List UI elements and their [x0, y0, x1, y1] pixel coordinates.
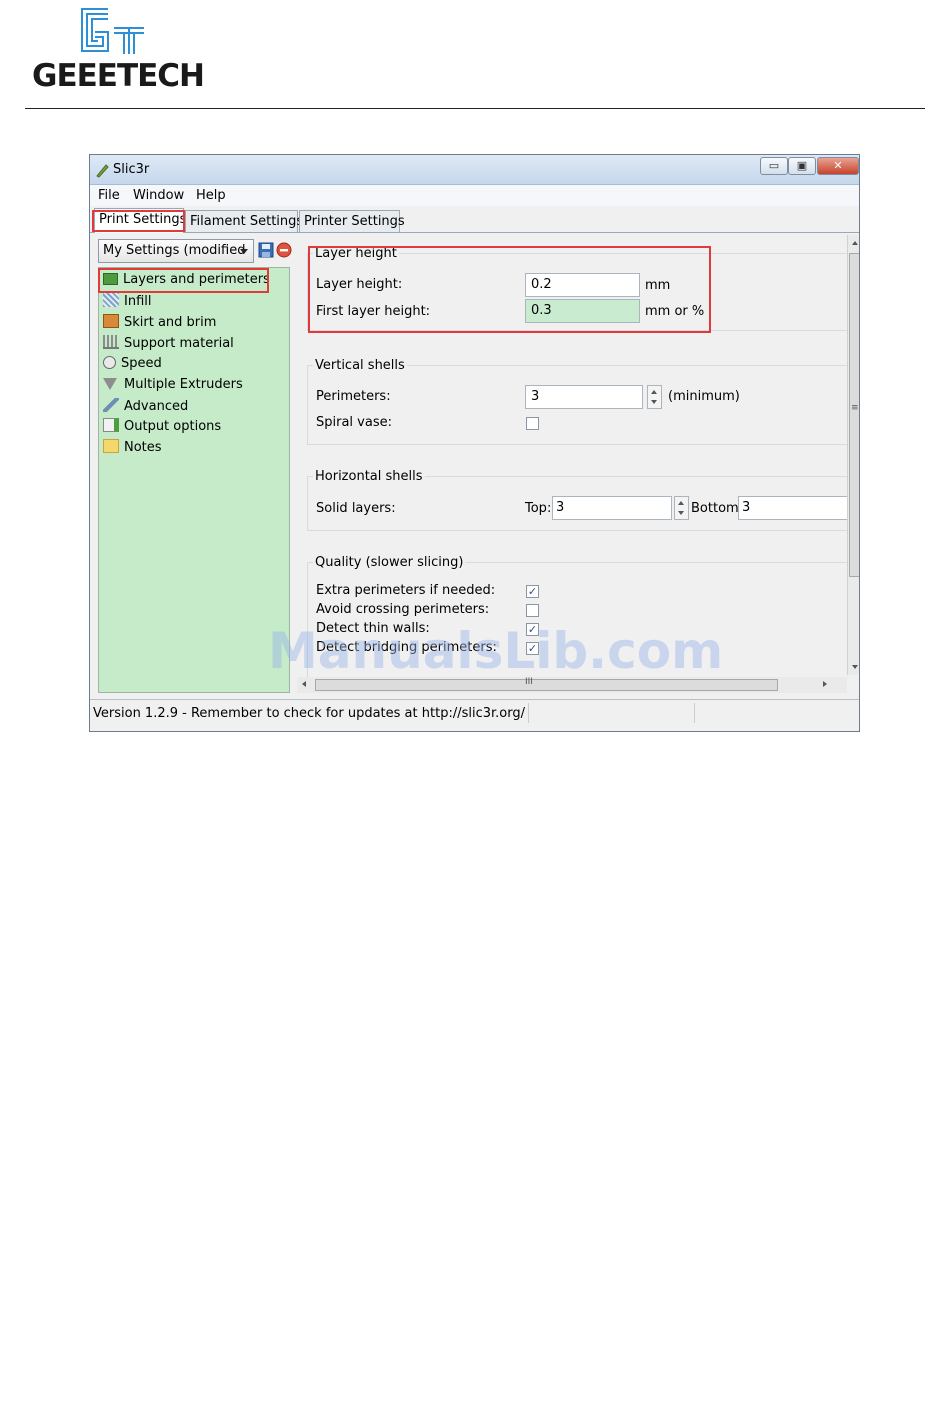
save-preset-icon[interactable] — [258, 242, 274, 258]
solid-layers-label: Solid layers: — [316, 501, 396, 516]
settings-tree: Layers and perimeters Infill Skirt and b… — [98, 267, 290, 693]
infill-icon — [103, 293, 119, 307]
notes-icon — [103, 439, 119, 453]
perimeters-input[interactable]: 3 — [525, 385, 643, 409]
tree-item-infill[interactable]: Infill — [103, 293, 152, 312]
scroll-right-icon[interactable] — [823, 681, 827, 687]
tab-filament-settings[interactable]: Filament Settings — [185, 210, 303, 232]
tree-item-label: Support material — [124, 336, 234, 351]
status-divider — [694, 703, 695, 723]
avoid-crossing-checkbox[interactable] — [526, 604, 539, 617]
menu-window[interactable]: Window — [133, 188, 184, 203]
perimeters-label: Perimeters: — [316, 389, 391, 404]
tree-item-notes[interactable]: Notes — [103, 439, 162, 458]
layer-height-label: Layer height: — [316, 277, 403, 292]
tree-item-output-options[interactable]: Output options — [103, 418, 221, 437]
settings-tabs: Print Settings Filament Settings Printer… — [90, 207, 859, 233]
scroll-down-icon[interactable] — [852, 665, 858, 669]
group-title-quality: Quality (slower slicing) — [313, 555, 466, 570]
tree-item-label: Output options — [124, 419, 222, 434]
geeetech-logo: GEEETECH — [30, 6, 205, 94]
layer-height-input[interactable]: 0.2 — [525, 273, 640, 297]
tree-item-speed[interactable]: Speed — [103, 356, 162, 375]
tree-item-advanced[interactable]: Advanced — [103, 398, 188, 417]
horizontal-scroll-thumb[interactable] — [315, 679, 778, 691]
tree-item-label: Multiple Extruders — [124, 377, 243, 392]
top-layers-stepper[interactable] — [674, 496, 689, 520]
extra-perimeters-label: Extra perimeters if needed: — [316, 583, 496, 598]
group-title-vertical-shells: Vertical shells — [313, 358, 407, 373]
spiral-vase-checkbox[interactable] — [526, 417, 539, 430]
funnel-icon — [103, 378, 117, 390]
preset-value: My Settings (modified — [103, 243, 246, 258]
speed-icon — [103, 356, 116, 369]
support-icon — [103, 335, 119, 349]
brand-name: GEEETECH — [32, 58, 205, 94]
menu-file[interactable]: File — [98, 188, 120, 203]
header-divider — [25, 108, 925, 109]
vertical-scrollbar[interactable]: ≡ — [847, 235, 859, 675]
menu-bar: File Window Help — [90, 185, 859, 206]
scroll-up-icon[interactable] — [852, 241, 858, 245]
status-divider — [528, 703, 529, 723]
close-button[interactable]: ✕ — [817, 157, 859, 175]
skirt-icon — [103, 314, 119, 328]
tree-item-label: Layers and perimeters — [123, 272, 270, 287]
group-title-horizontal-shells: Horizontal shells — [313, 469, 425, 484]
tree-item-skirt-and-brim[interactable]: Skirt and brim — [103, 314, 216, 333]
output-icon — [103, 418, 119, 432]
title-bar: Slic3r ▭ ▣ ✕ — [90, 155, 859, 185]
tree-item-label: Infill — [124, 294, 152, 309]
gt-logo-icon — [81, 8, 144, 54]
extra-perimeters-checkbox[interactable]: ✓ — [526, 585, 539, 598]
first-layer-height-input[interactable]: 0.3 — [525, 299, 640, 323]
first-layer-height-label: First layer height: — [316, 304, 431, 319]
minimize-button[interactable]: ▭ — [760, 157, 788, 175]
tree-item-label: Speed — [121, 356, 162, 371]
bottom-label: Bottom: — [691, 501, 744, 516]
tree-item-layers-and-perimeters[interactable]: Layers and perimeters — [103, 272, 270, 291]
checkmark-icon: ✓ — [527, 585, 538, 598]
perimeters-unit: (minimum) — [668, 389, 740, 404]
scroll-grip: ≡ — [851, 403, 859, 413]
tree-item-multiple-extruders[interactable]: Multiple Extruders — [103, 377, 243, 396]
wrench-icon — [103, 398, 119, 412]
layers-icon — [103, 273, 118, 285]
watermark: ManualsLib.com — [268, 622, 724, 680]
top-layers-input[interactable]: 3 — [552, 496, 672, 520]
preset-select[interactable]: My Settings (modified — [98, 239, 254, 263]
vertical-scroll-thumb[interactable] — [849, 253, 859, 577]
window-title: Slic3r — [113, 162, 150, 177]
avoid-crossing-label: Avoid crossing perimeters: — [316, 602, 490, 617]
tab-print-settings[interactable]: Print Settings — [94, 208, 186, 233]
top-label: Top: — [525, 501, 552, 516]
slic3r-app-icon — [96, 164, 109, 178]
tree-item-label: Advanced — [124, 399, 189, 414]
scroll-left-icon[interactable] — [302, 681, 306, 687]
perimeters-stepper[interactable] — [647, 385, 662, 409]
layer-height-unit: mm — [645, 278, 671, 293]
maximize-button[interactable]: ▣ — [788, 157, 816, 175]
status-text: Version 1.2.9 - Remember to check for up… — [93, 706, 525, 721]
settings-panel: Layer height Layer height: 0.2 mm First … — [297, 235, 847, 685]
status-bar: Version 1.2.9 - Remember to check for up… — [90, 699, 859, 726]
group-title-layer-height: Layer height — [313, 246, 399, 261]
menu-help[interactable]: Help — [196, 188, 226, 203]
tree-item-label: Skirt and brim — [124, 315, 217, 330]
spiral-vase-label: Spiral vase: — [316, 415, 392, 430]
bottom-layers-input[interactable]: 3 — [738, 496, 847, 520]
delete-preset-icon[interactable] — [276, 242, 292, 258]
first-layer-height-unit: mm or % — [645, 304, 705, 319]
tree-item-support-material[interactable]: Support material — [103, 335, 234, 354]
tab-printer-settings[interactable]: Printer Settings — [299, 210, 405, 232]
chevron-down-icon — [240, 249, 248, 254]
tree-item-label: Notes — [124, 440, 162, 455]
